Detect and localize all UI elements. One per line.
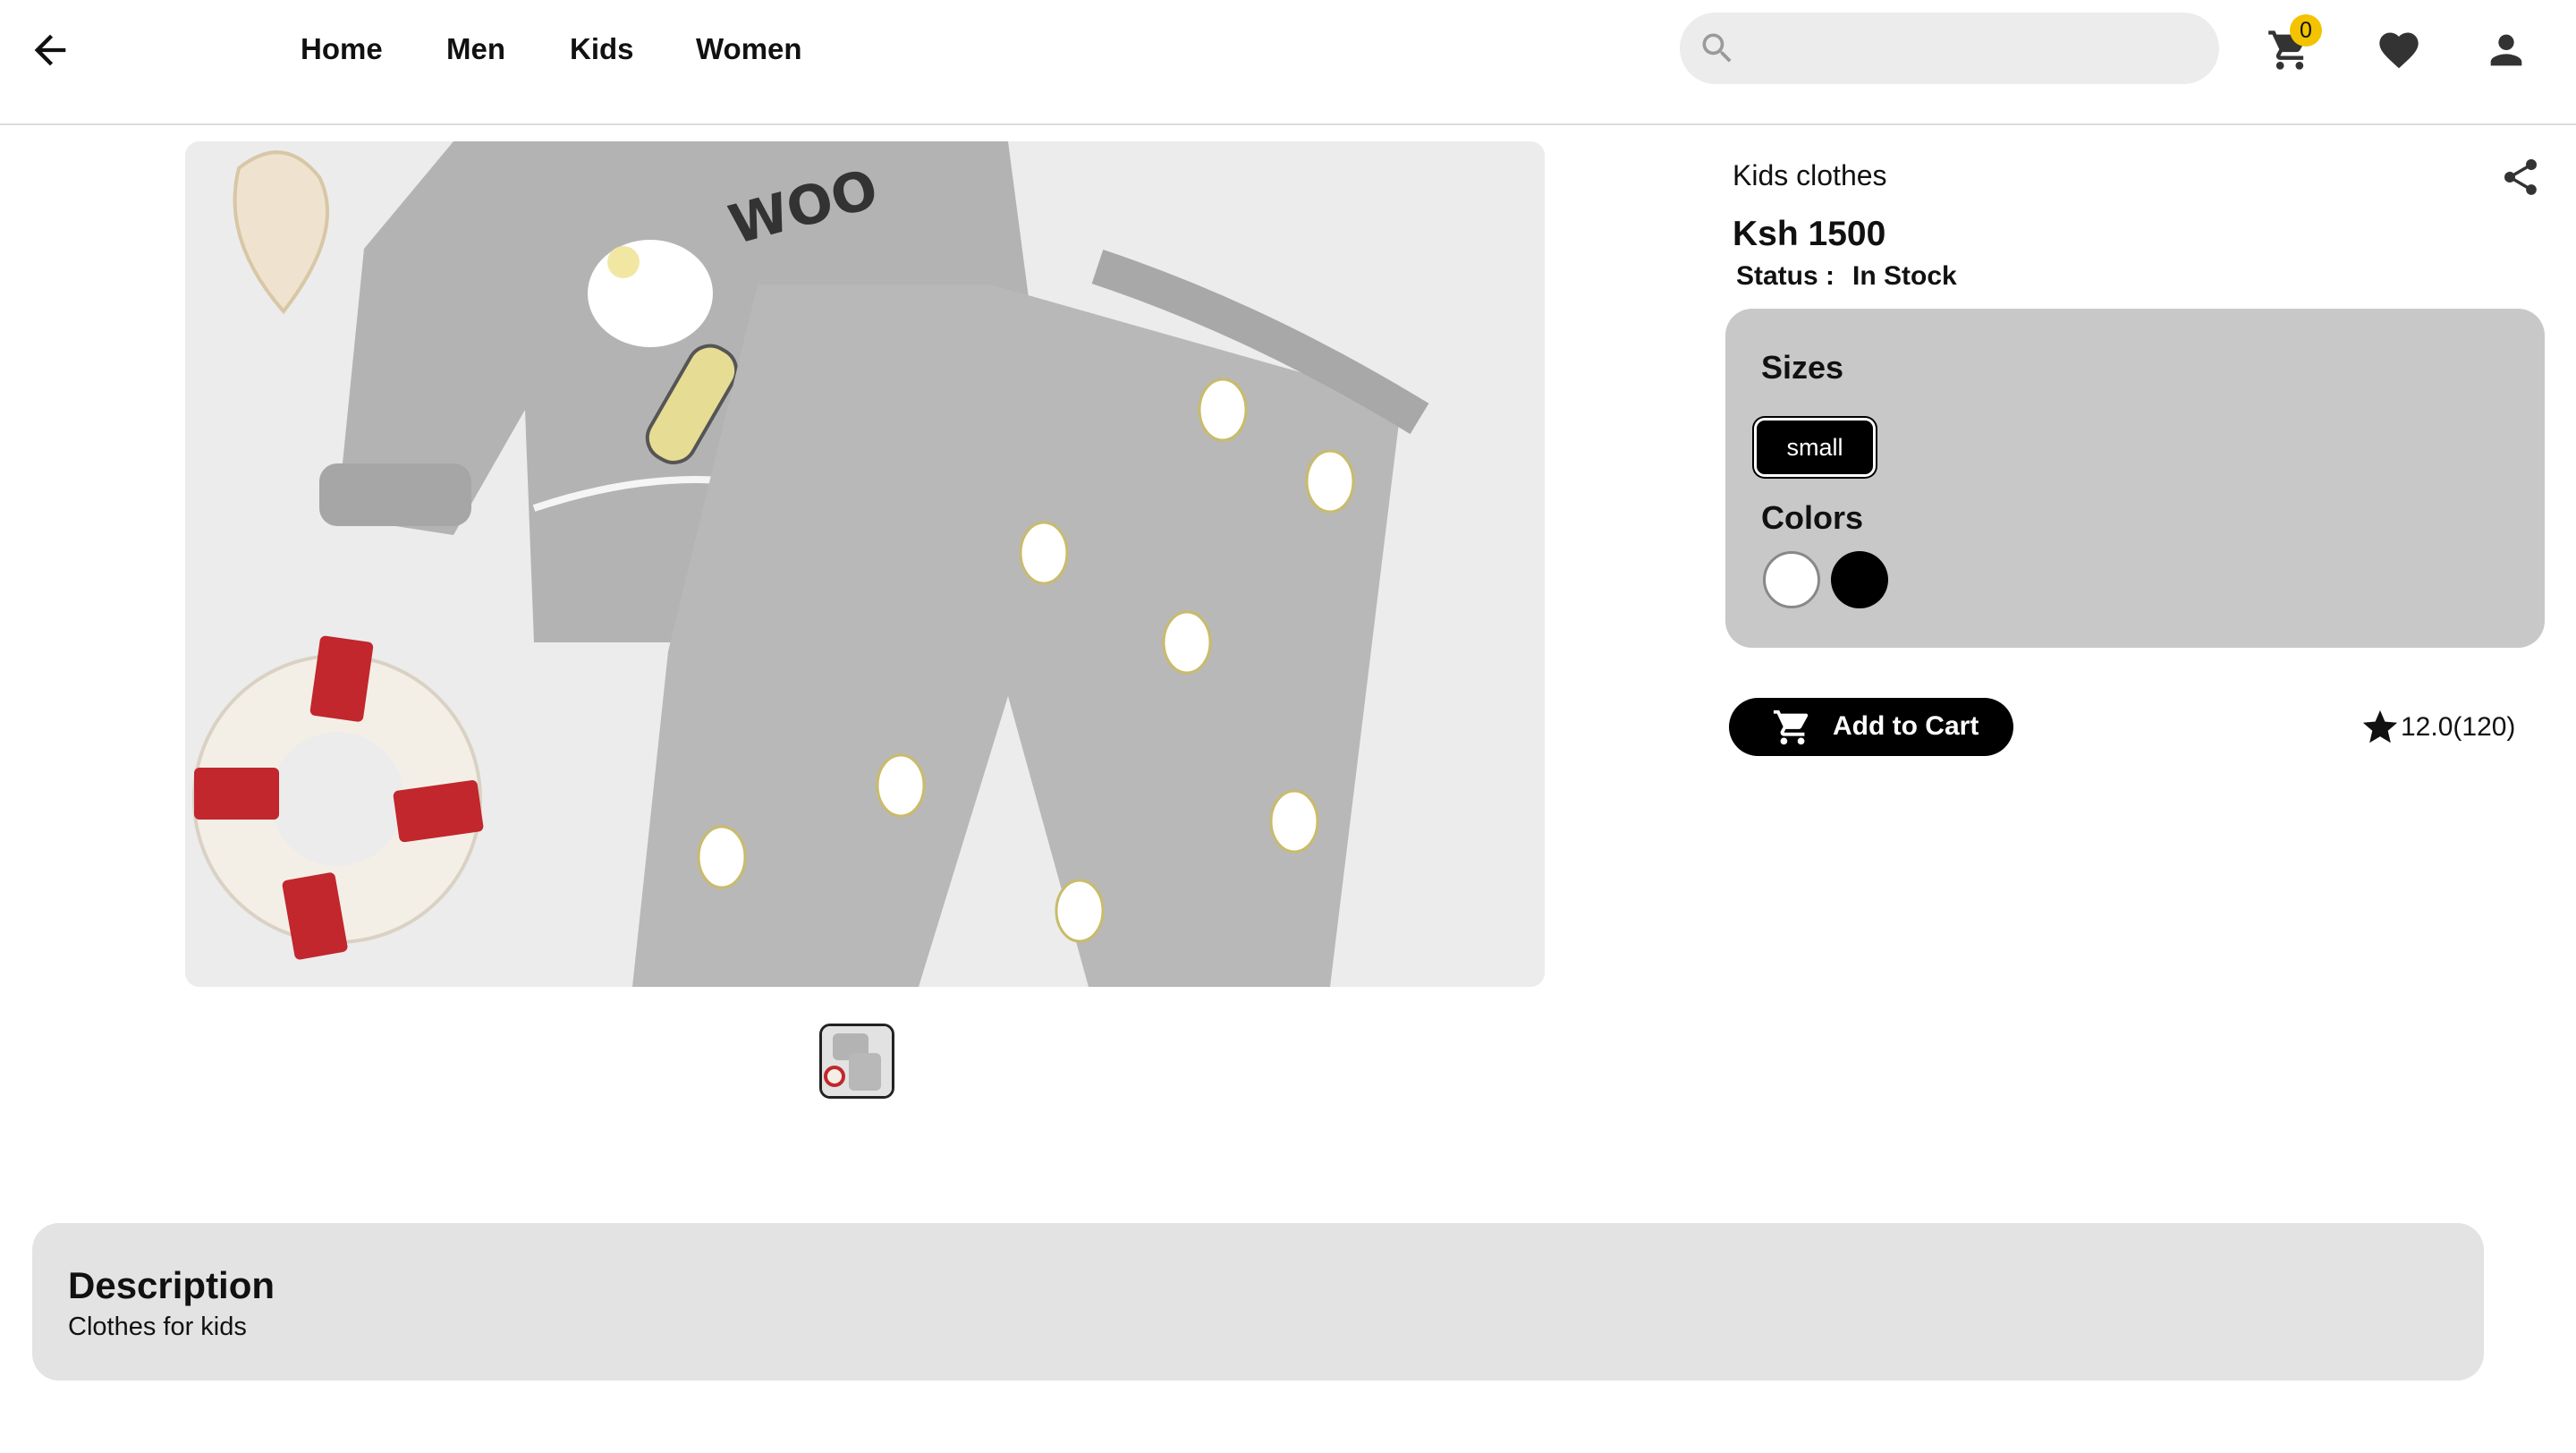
color-swatch-white[interactable] (1763, 551, 1820, 608)
top-navigation-bar: Home Men Kids Women 0 (0, 0, 2576, 125)
search-bar[interactable] (1680, 13, 2219, 84)
colors-heading: Colors (1761, 499, 1864, 536)
search-icon (1702, 33, 1732, 63)
star-icon (2362, 710, 2398, 743)
product-name: Kids clothes (1733, 159, 1887, 191)
size-option-small[interactable]: small (1754, 418, 1876, 477)
color-swatch-black[interactable] (1831, 551, 1888, 608)
add-to-cart-label: Add to Cart (1833, 711, 1979, 741)
description-heading: Description (68, 1264, 275, 1306)
share-icon[interactable] (2499, 156, 2542, 199)
back-arrow-icon[interactable] (27, 27, 73, 73)
cart-icon (1773, 710, 1809, 745)
search-input[interactable] (1751, 21, 2202, 77)
nav-kids[interactable]: Kids (570, 27, 634, 72)
description-panel: Description Clothes for kids (32, 1223, 2484, 1381)
status-label: Status : (1736, 261, 1835, 291)
product-main-image: WOO (185, 141, 1545, 987)
nav-women[interactable]: Women (696, 27, 802, 72)
stock-status: In Stock (1852, 261, 1957, 291)
heart-icon[interactable] (2376, 27, 2422, 73)
product-price: Ksh 1500 (1733, 215, 1886, 253)
product-options-panel: Sizes small Colors (1725, 309, 2545, 648)
description-text: Clothes for kids (68, 1313, 247, 1341)
product-thumbnail[interactable] (819, 1024, 894, 1099)
cart-count-badge: 0 (2290, 14, 2322, 47)
nav-home[interactable]: Home (301, 27, 383, 72)
nav-men[interactable]: Men (446, 27, 505, 72)
sizes-heading: Sizes (1761, 349, 1844, 386)
product-rating: 12.0(120) (2401, 712, 2516, 742)
add-to-cart-button[interactable]: Add to Cart (1729, 698, 2013, 756)
account-icon[interactable] (2483, 27, 2529, 73)
